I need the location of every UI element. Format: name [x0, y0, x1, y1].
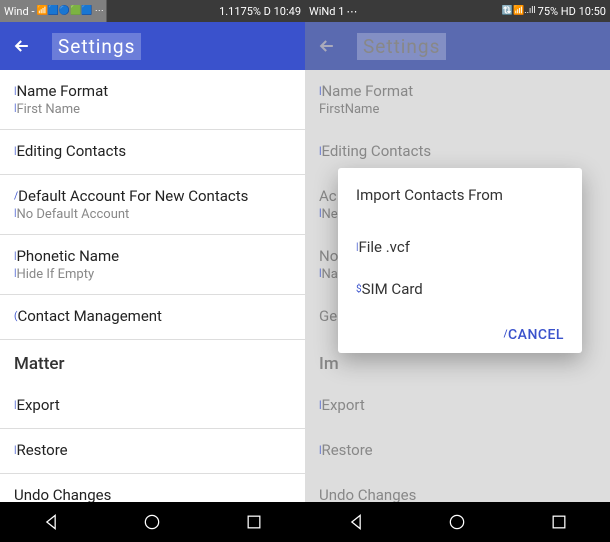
- dialog-title: Import Contacts From: [356, 186, 564, 204]
- item-name-format: |Name Format FirstName: [305, 70, 610, 130]
- item-export: |Export: [305, 384, 610, 429]
- app-title: Settings: [52, 33, 141, 60]
- nav-home-icon[interactable]: [142, 512, 162, 532]
- item-name-format[interactable]: |Name Format |First Name: [0, 70, 305, 130]
- section-matter: Matter: [0, 340, 305, 384]
- phone-right: WiNd 1 ⋯ 🔃📶..ıll 75% HD 10:50 Settings |…: [305, 0, 610, 542]
- item-export[interactable]: |Export: [0, 384, 305, 429]
- status-extra: 75% HD 10:50: [538, 5, 606, 18]
- back-icon[interactable]: [12, 36, 32, 56]
- status-dots: ⋯: [346, 5, 357, 18]
- item-editing-contacts[interactable]: |Editing Contacts: [0, 130, 305, 175]
- carrier-text: Wind -: [4, 5, 34, 18]
- import-dialog: Import Contacts From |File .vcf $SIM Car…: [338, 168, 582, 353]
- item-undo: Undo Changes: [305, 474, 610, 502]
- cancel-button[interactable]: /CANCEL: [504, 327, 564, 343]
- carrier-text: WiNd 1: [309, 5, 344, 18]
- status-bar: WiNd 1 ⋯ 🔃📶..ıll 75% HD 10:50: [305, 0, 610, 22]
- nav-home-icon[interactable]: [447, 512, 467, 532]
- app-bar: Settings: [305, 22, 610, 70]
- status-extra: 1.1175% D 10:49: [219, 5, 301, 18]
- nav-bar: [0, 502, 305, 542]
- item-phonetic-name[interactable]: |Phonetic Name |Hide If Empty: [0, 235, 305, 295]
- nav-back-icon[interactable]: [346, 512, 366, 532]
- item-default-account[interactable]: /Default Account For New Contacts |No De…: [0, 175, 305, 235]
- status-app-icons: 📶🟦🔵🟩🟦 ⋯: [36, 6, 103, 16]
- item-undo[interactable]: Undo Changes: [0, 474, 305, 502]
- status-icons: 🔃📶..ıll: [502, 6, 536, 16]
- dialog-option-sim[interactable]: $SIM Card: [356, 268, 564, 310]
- phone-left: Wind - 📶🟦🔵🟩🟦 ⋯ 1.1175% D 10:49 Settings …: [0, 0, 305, 542]
- item-contact-mgmt[interactable]: (Contact Management: [0, 295, 305, 340]
- nav-recent-icon[interactable]: [244, 512, 264, 532]
- nav-bar: [305, 502, 610, 542]
- item-restore: |Restore: [305, 429, 610, 474]
- status-bar: Wind - 📶🟦🔵🟩🟦 ⋯ 1.1175% D 10:49: [0, 0, 305, 22]
- settings-list[interactable]: |Name Format |First Name |Editing Contac…: [0, 70, 305, 502]
- back-icon[interactable]: [317, 36, 337, 56]
- nav-back-icon[interactable]: [41, 512, 61, 532]
- item-restore[interactable]: |Restore: [0, 429, 305, 474]
- dialog-option-vcf[interactable]: |File .vcf: [356, 226, 564, 268]
- app-title: Settings: [357, 33, 446, 60]
- nav-recent-icon[interactable]: [549, 512, 569, 532]
- app-bar: Settings: [0, 22, 305, 70]
